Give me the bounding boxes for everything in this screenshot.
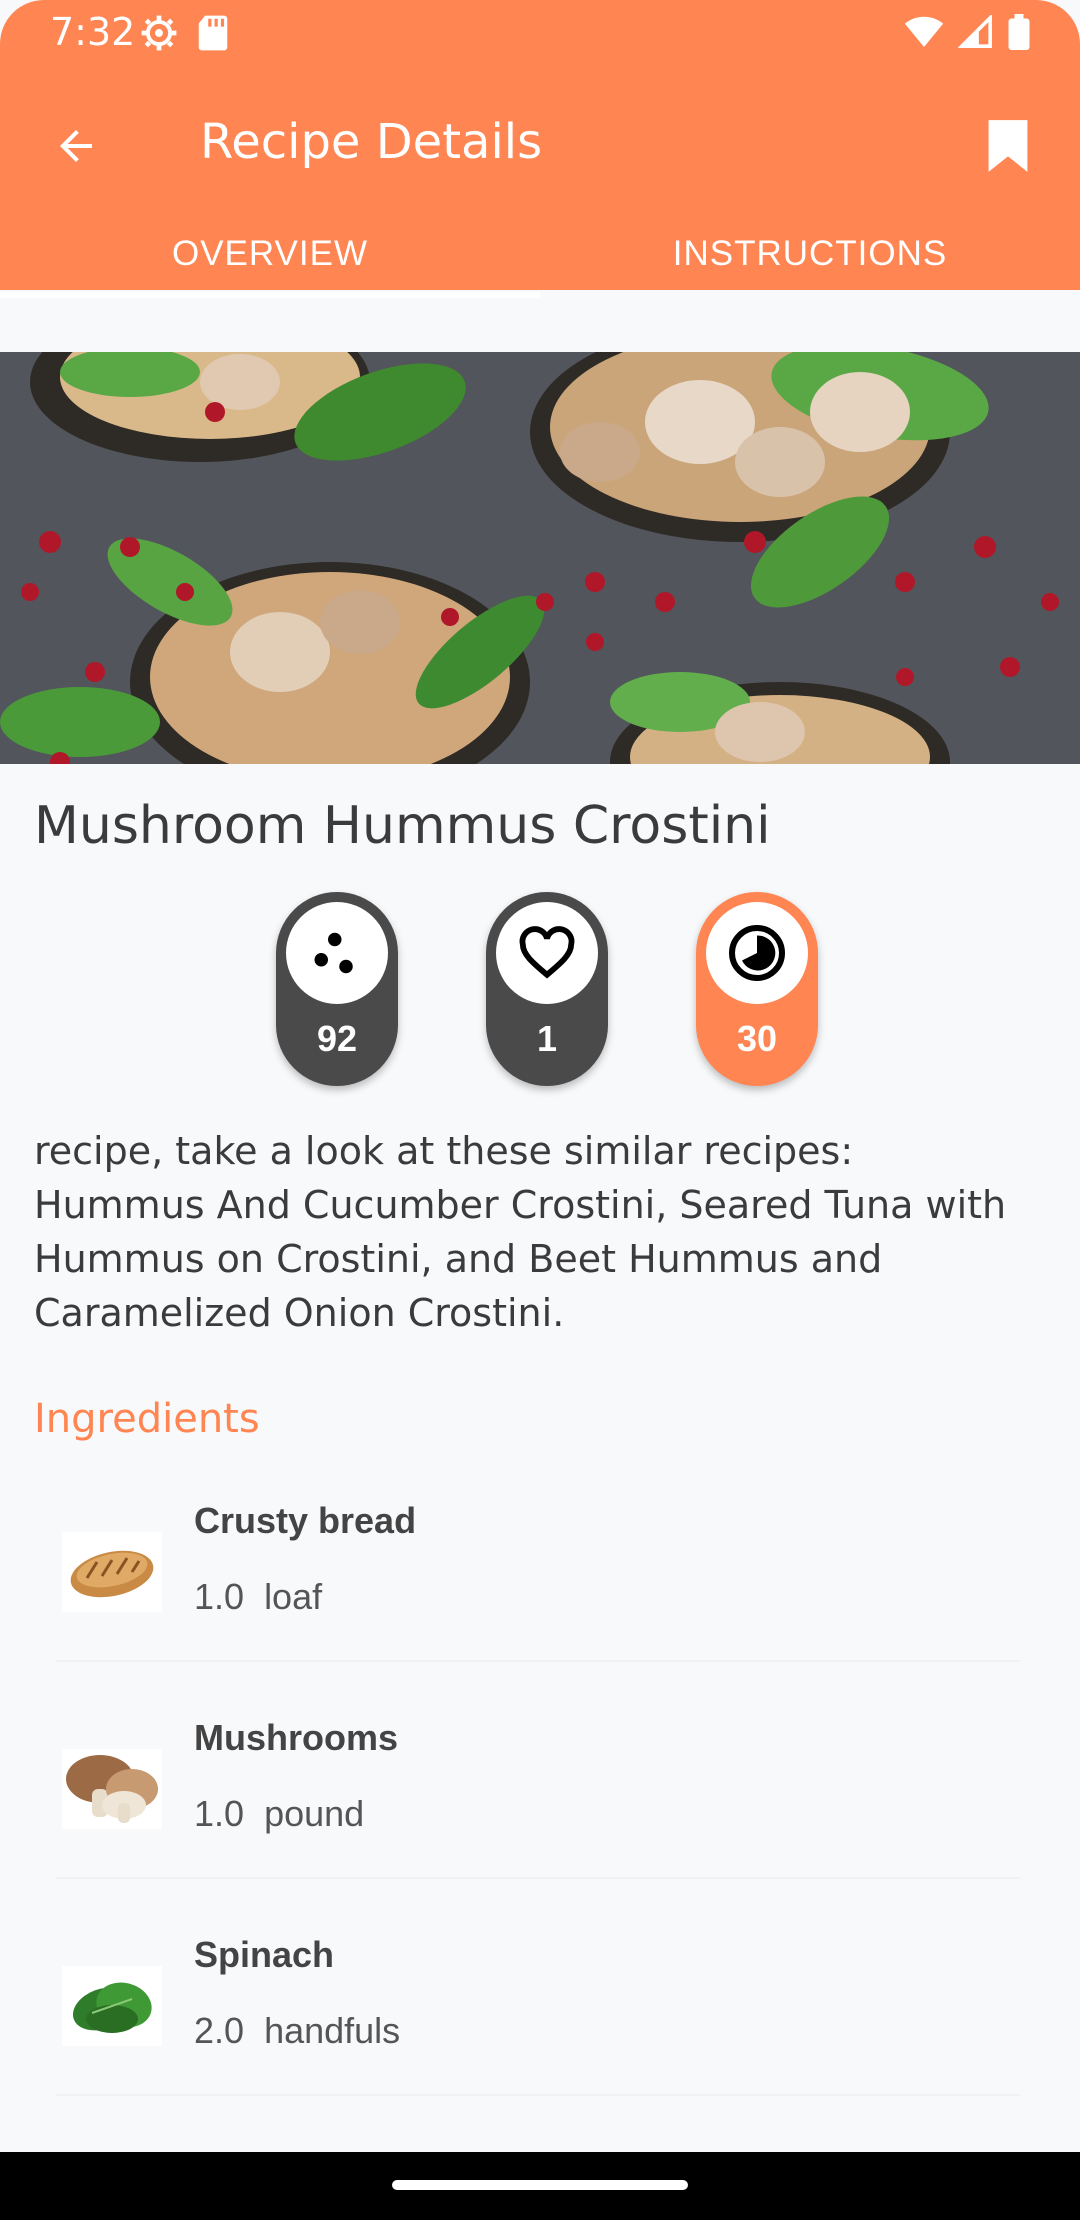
ingredient-item[interactable]: Crusty bread 1.0 loaf bbox=[56, 1472, 1020, 1662]
divider bbox=[56, 1660, 1020, 1662]
page-title: Recipe Details bbox=[200, 114, 543, 170]
tab-instructions[interactable]: INSTRUCTIONS bbox=[540, 226, 1080, 290]
ingredients-heading: Ingredients bbox=[34, 1396, 260, 1442]
bookmark-button[interactable] bbox=[972, 110, 1044, 182]
tab-bar: OVERVIEW INSTRUCTIONS bbox=[0, 226, 1080, 298]
back-button[interactable] bbox=[40, 110, 112, 182]
score-icon-circle bbox=[286, 902, 388, 1004]
likes-pill[interactable]: 1 bbox=[486, 892, 608, 1086]
ingredient-amount: 1.0 bbox=[194, 1576, 245, 1617]
divider bbox=[56, 2094, 1020, 2096]
divider bbox=[56, 1877, 1020, 1879]
bread-icon bbox=[70, 1550, 154, 1598]
score-value: 92 bbox=[316, 1018, 358, 1059]
bookmark-icon bbox=[988, 120, 1028, 172]
battery-icon bbox=[1008, 14, 1030, 50]
ingredient-item[interactable]: Spinach 2.0 handfuls bbox=[56, 1906, 1020, 2096]
timer-icon bbox=[729, 925, 785, 981]
dots-score-icon bbox=[314, 932, 353, 974]
recipe-photo bbox=[0, 352, 1080, 764]
settings-gear-icon bbox=[141, 15, 177, 51]
system-nav-bar bbox=[0, 2152, 1080, 2220]
mushroom-icon bbox=[66, 1755, 158, 1823]
time-pill: 30 bbox=[696, 892, 818, 1086]
ingredient-item[interactable]: Mushrooms 1.0 pound bbox=[56, 1689, 1020, 1879]
ingredient-quantity: 1.0 pound bbox=[194, 1793, 364, 1835]
app-bar: Recipe Details OVERVIEW INSTRUCTIONS bbox=[0, 66, 1080, 298]
description-text: recipe, take a look at these similar rec… bbox=[34, 1129, 1007, 1335]
ingredient-name: Mushrooms bbox=[194, 1717, 399, 1758]
ingredient-unit: handfuls bbox=[264, 2010, 401, 2051]
spinach-icon bbox=[72, 1982, 152, 2033]
wifi-icon bbox=[904, 16, 944, 47]
ingredient-amount: 2.0 bbox=[194, 2010, 245, 2051]
ingredient-name: Crusty bread bbox=[194, 1500, 417, 1541]
status-icons-left bbox=[140, 14, 230, 52]
tab-overview[interactable]: OVERVIEW bbox=[0, 226, 540, 298]
likes-value: 1 bbox=[536, 1018, 558, 1059]
likes-icon-circle bbox=[496, 902, 598, 1004]
time-icon-circle bbox=[706, 902, 808, 1004]
ingredient-name: Spinach bbox=[194, 1934, 335, 1975]
ingredient-thumbnail bbox=[62, 1532, 162, 1612]
sd-card-icon bbox=[198, 15, 228, 51]
ingredient-unit: loaf bbox=[264, 1576, 323, 1617]
heart-icon bbox=[519, 926, 575, 979]
signal-icon bbox=[958, 15, 992, 48]
status-icons-right bbox=[904, 14, 1030, 50]
recipe-stats: 92 1 30 bbox=[276, 892, 818, 1086]
ingredient-amount: 1.0 bbox=[194, 1793, 245, 1834]
time-value: 30 bbox=[736, 1018, 778, 1059]
recipe-title: Mushroom Hummus Crostini bbox=[34, 796, 771, 856]
status-bar: 7:32 bbox=[0, 0, 1080, 66]
ingredient-unit: pound bbox=[264, 1793, 365, 1834]
ingredient-thumbnail bbox=[62, 1966, 162, 2046]
recipe-description: recipe, take a look at these similar rec… bbox=[34, 1090, 1044, 1340]
score-pill: 92 bbox=[276, 892, 398, 1086]
recipe-image bbox=[0, 352, 1080, 764]
ingredient-thumbnail bbox=[62, 1749, 162, 1829]
ingredient-quantity: 2.0 handfuls bbox=[194, 2010, 400, 2052]
arrow-back-icon bbox=[60, 130, 92, 162]
ingredient-quantity: 1.0 loaf bbox=[194, 1576, 322, 1618]
status-time: 7:32 bbox=[50, 10, 136, 54]
home-gesture-handle[interactable] bbox=[392, 2180, 688, 2190]
